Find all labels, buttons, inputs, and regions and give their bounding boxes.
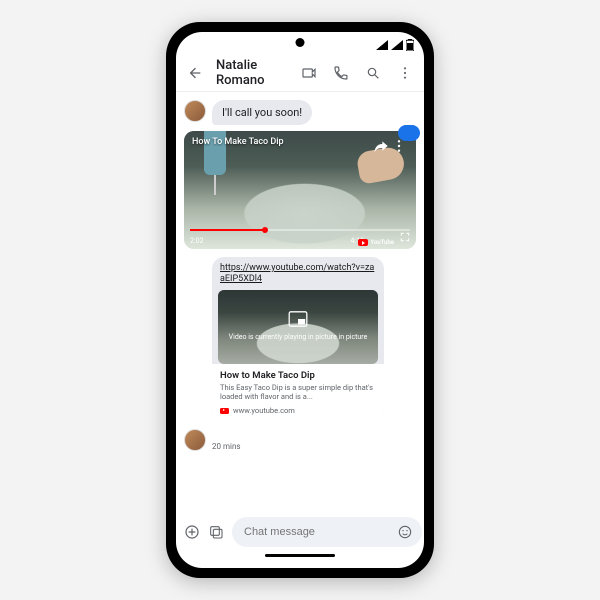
more-icon[interactable]	[394, 62, 416, 84]
search-icon[interactable]	[362, 62, 384, 84]
navigation-bar[interactable]	[176, 554, 424, 568]
video-time-current: 2:02	[190, 237, 204, 245]
back-icon[interactable]	[184, 62, 206, 84]
signal-icon	[376, 40, 388, 50]
incoming-message-bubble[interactable]: I'll call you soon!	[212, 100, 312, 125]
video-more-icon[interactable]	[388, 135, 410, 157]
contact-name[interactable]: Natalie Romano	[216, 58, 288, 88]
link-source: www.youtube.com	[220, 406, 376, 415]
video-call-icon[interactable]	[298, 62, 320, 84]
avatar[interactable]	[184, 429, 206, 451]
chat-area[interactable]: I'll call you soon! How To Make Taco Dip…	[176, 92, 424, 514]
add-icon[interactable]	[184, 521, 200, 543]
video-title: How To Make Taco Dip	[192, 137, 284, 147]
video-player-card[interactable]: How To Make Taco Dip 2:02 4:18 YouTube	[184, 131, 416, 249]
link-title: How to Make Taco Dip	[220, 370, 376, 381]
emoji-icon[interactable]	[394, 521, 416, 543]
message-input[interactable]	[244, 526, 386, 538]
fullscreen-icon[interactable]	[400, 227, 410, 246]
camera-hole	[296, 38, 305, 47]
message-timestamp: 20 mins	[212, 442, 240, 451]
video-progress-bar[interactable]	[190, 229, 410, 231]
link-preview-card[interactable]: https://www.youtube.com/watch?v=zaaEIP5X…	[212, 257, 384, 423]
phone-frame: Natalie Romano I'll call you soon!	[166, 22, 434, 578]
battery-icon	[406, 39, 414, 51]
composer	[176, 514, 424, 554]
app-bar: Natalie Romano	[176, 54, 424, 92]
link-url[interactable]: https://www.youtube.com/watch?v=zaaEIP5X…	[212, 257, 384, 290]
nav-pill[interactable]	[265, 554, 335, 557]
message-input-container[interactable]	[232, 517, 422, 547]
link-description: This Easy Taco Dip is a super simple dip…	[220, 383, 376, 402]
picture-in-picture-icon	[288, 311, 308, 330]
avatar[interactable]	[184, 100, 206, 122]
link-thumbnail[interactable]: Video is currently playing in picture in…	[218, 290, 378, 364]
gallery-icon[interactable]	[208, 521, 224, 543]
pip-status-text: Video is currently playing in picture in…	[219, 333, 378, 341]
youtube-logo[interactable]: YouTube	[358, 239, 394, 246]
phone-call-icon[interactable]	[330, 62, 352, 84]
screen: Natalie Romano I'll call you soon!	[176, 32, 424, 568]
link-meta: How to Make Taco Dip This Easy Taco Dip …	[212, 364, 384, 424]
message-row: I'll call you soon!	[184, 100, 416, 125]
wifi-icon	[391, 40, 403, 50]
youtube-icon	[220, 408, 229, 414]
